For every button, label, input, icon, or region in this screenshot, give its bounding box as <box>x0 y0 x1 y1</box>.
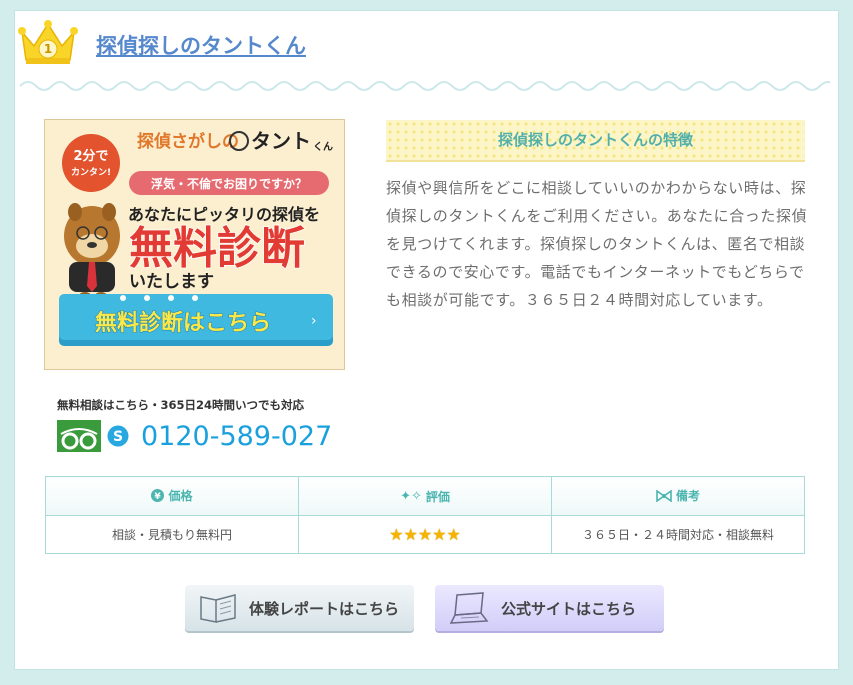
banner-art: 探偵さがしの タント くん 2分で カンタン! 浮気・不倫でお困りですか？ あな… <box>45 120 344 369</box>
header-notes-label: 備考 <box>675 489 700 504</box>
ranking-header: 1 探偵探しのタントくん <box>18 20 418 70</box>
phone-icon: S <box>107 425 129 447</box>
header-price: ¥ 価格 <box>45 476 299 516</box>
star-icon: ★ <box>446 525 461 544</box>
banner-big-text: 無料診断 <box>129 223 305 274</box>
star-icon: ★ <box>389 525 404 544</box>
official-site-button[interactable]: 公式サイトはこちら <box>435 585 664 631</box>
header-price-label: 価格 <box>168 489 193 503</box>
star-icon: ★ <box>432 525 447 544</box>
official-site-label: 公式サイトはこちら <box>501 599 637 618</box>
notes-cell: ３６５日・２４時間対応・相談無料 <box>551 515 805 554</box>
book-icon <box>200 594 236 623</box>
table-row: 相談・見積もり無料円 ★★★★★ ３６５日・２４時間対応・相談無料 <box>45 515 805 554</box>
chevron-right-icon: › <box>311 313 317 329</box>
experience-report-button[interactable]: 体験レポートはこちら <box>185 585 414 631</box>
phone-row[interactable]: S 0120-589-027 <box>57 418 332 454</box>
phone-number[interactable]: 0120-589-027 <box>141 421 332 452</box>
site-title-link[interactable]: 探偵探しのタントくん <box>96 30 306 60</box>
header-notes: 備考 <box>551 476 805 516</box>
price-cell: 相談・見積もり無料円 <box>45 515 299 554</box>
crown-icon: 1 <box>18 20 78 64</box>
contact-note: 無料相談はこちら・365日24時間いつでも対応 <box>57 398 305 412</box>
laptop-icon <box>449 592 489 624</box>
header-rating-label: 評価 <box>425 489 450 504</box>
svg-text:S: S <box>113 429 123 445</box>
experience-report-label: 体験レポートはこちら <box>249 599 400 618</box>
free-diagnosis-banner[interactable]: 探偵さがしの タント くん 2分で カンタン! 浮気・不倫でお困りですか？ あな… <box>44 119 345 370</box>
banner-line3: いたします <box>129 272 214 292</box>
rank-number: 1 <box>44 42 52 56</box>
star-icon: ★ <box>417 525 433 544</box>
banner-line1: あなたにピッタリの探偵を <box>128 205 320 224</box>
banner-logo-brand: タント <box>251 129 311 153</box>
header-rating: ✦✧ 評価 <box>298 476 552 516</box>
mascot-icon <box>64 203 120 300</box>
yen-icon: ¥ <box>151 489 165 502</box>
banner-cta-label[interactable]: 無料診断はこちら <box>95 310 272 337</box>
ribbon-icon <box>656 489 672 502</box>
star-icon: ★ <box>403 525 418 544</box>
badge-line1: 2分で <box>73 148 108 164</box>
freedial-icon <box>57 420 101 452</box>
wave-divider <box>20 81 830 91</box>
badge-line2: カンタン! <box>71 166 111 178</box>
rating-stars: ★★★★★ <box>389 525 461 544</box>
svg-text:¥: ¥ <box>155 492 162 502</box>
rating-cell: ★★★★★ <box>298 515 552 554</box>
feature-heading: 探偵探しのタントくんの特徴 <box>386 120 805 162</box>
feature-description: 探偵や興信所をどこに相談していいのかわからない時は、探偵探しのタントくんをご利用… <box>386 179 808 309</box>
banner-pill-text: 浮気・不倫でお困りですか？ <box>151 176 307 191</box>
table-header-row: ¥ 価格 ✦✧ 評価 備考 <box>45 476 805 516</box>
banner-logo-kun: くん <box>313 141 333 153</box>
banner-logo-text: 探偵さがしの <box>137 131 239 152</box>
info-table: ¥ 価格 ✦✧ 評価 備考 相談・見積もり無料円 ★★★★★ ３６５日・２４時間… <box>45 476 805 554</box>
sparkle-icon: ✦✧ <box>400 488 422 504</box>
